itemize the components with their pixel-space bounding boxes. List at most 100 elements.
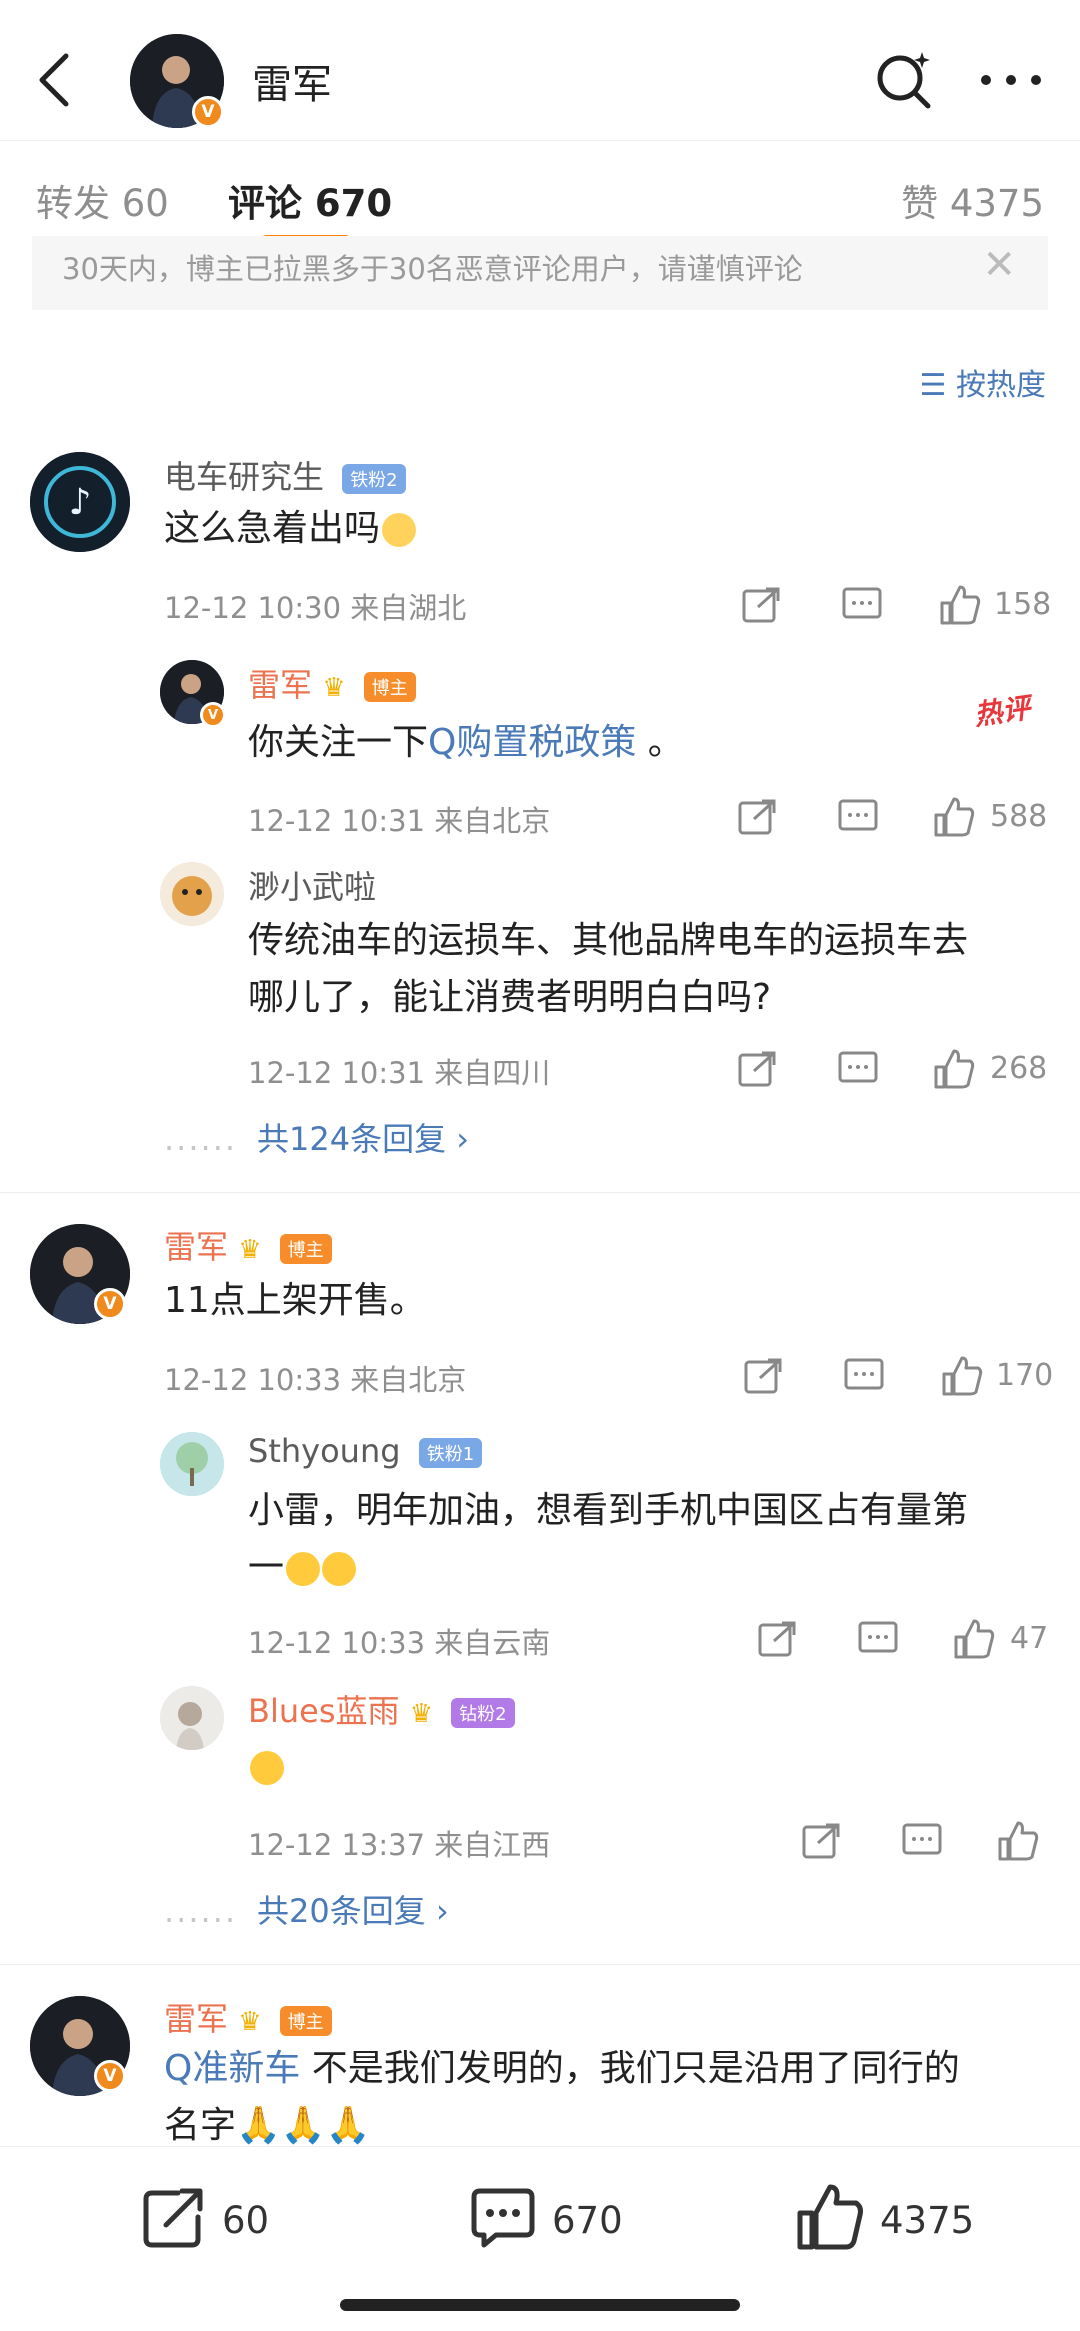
more-options-icon[interactable]: [976, 66, 1046, 94]
comment-actions: 158: [740, 583, 1051, 633]
reply-author[interactable]: Blues蓝雨 ♛ 钻粉2: [248, 1686, 515, 1732]
blogger-badge: 博主: [279, 2006, 332, 2036]
sort-button[interactable]: ☰ 按热度: [920, 360, 1046, 404]
laughing-emoji-icon: [286, 1552, 321, 1586]
reply-actions: 47: [756, 1617, 1050, 1667]
avatar[interactable]: ♪: [30, 452, 130, 552]
like-icon[interactable]: [938, 583, 982, 627]
avatar[interactable]: [160, 1686, 224, 1750]
reply-author[interactable]: Sthyoung 铁粉1: [248, 1432, 483, 1470]
divider: [0, 1964, 1080, 1965]
like-icon[interactable]: [932, 795, 976, 839]
like-count: 170: [996, 1358, 1054, 1393]
comment-text: 11点上架开售。: [164, 1280, 426, 1321]
repost-icon[interactable]: [138, 2183, 208, 2253]
tab-repost[interactable]: 转发 60: [36, 173, 169, 227]
comment-icon[interactable]: [840, 583, 884, 627]
comment-icon[interactable]: [842, 1354, 886, 1398]
svg-text:♪: ♪: [69, 482, 92, 523]
reply-text: [248, 1738, 284, 1795]
reply-meta: 12-12 10:31 来自北京: [248, 804, 551, 838]
tab-likes-label: 赞: [901, 182, 939, 225]
notice-text: 30天内，博主已拉黑多于30名恶意评论用户，请谨慎评论: [62, 252, 803, 286]
avatar[interactable]: [160, 1432, 224, 1496]
dots-icon: ......: [164, 1120, 238, 1158]
reply-author[interactable]: 雷军 ♛ 博主: [248, 660, 416, 706]
comment-count: 670: [552, 2199, 623, 2242]
notice-banner: 30天内，博主已拉黑多于30名恶意评论用户，请谨慎评论 ✕: [32, 236, 1048, 310]
avatar[interactable]: [160, 862, 224, 926]
topic-link[interactable]: Q购置税政策: [428, 722, 636, 763]
like-icon[interactable]: [940, 1354, 984, 1398]
reply-actions: 588: [736, 795, 1050, 845]
fan-badge: 铁粉2: [342, 464, 406, 494]
verified-icon: V: [94, 2060, 126, 2092]
like-count: 47: [1010, 1621, 1049, 1656]
bottom-action-bar: 60 670 4375: [0, 2146, 1080, 2331]
laughing-emoji-icon: [322, 1552, 357, 1586]
tab-comments-count: 670: [314, 182, 393, 225]
dots-icon: ......: [164, 1892, 238, 1930]
share-icon[interactable]: [756, 1617, 800, 1661]
view-replies-link[interactable]: ...... 共124条回复 ›: [164, 1114, 469, 1160]
like-icon[interactable]: [996, 1819, 1040, 1863]
divider: [0, 1192, 1080, 1193]
home-indicator[interactable]: [340, 2299, 740, 2311]
verified-icon: V: [192, 96, 224, 128]
surprised-emoji-icon: [250, 1751, 284, 1785]
sort-icon: ☰: [919, 368, 947, 403]
share-icon[interactable]: [742, 1354, 786, 1398]
comment-text: 这么急着出吗: [164, 500, 417, 557]
comment-author[interactable]: 雷军 ♛ 博主: [164, 1222, 332, 1268]
view-replies-link[interactable]: ...... 共20条回复 ›: [164, 1886, 449, 1932]
like-icon[interactable]: [952, 1617, 996, 1661]
comment-meta: 12-12 10:33 来自北京: [164, 1363, 467, 1397]
search-icon[interactable]: [872, 48, 936, 112]
tab-likes[interactable]: 赞 4375: [901, 173, 1044, 227]
repost-count: 60: [222, 2199, 270, 2242]
comment-author[interactable]: 电车研究生 铁粉2: [164, 452, 406, 498]
comment-icon[interactable]: [836, 795, 880, 839]
comment-icon[interactable]: [468, 2183, 538, 2253]
reply-meta: 12-12 10:33 来自云南: [248, 1626, 551, 1660]
tab-comments[interactable]: 评论 670: [228, 173, 392, 227]
reply-meta: 12-12 10:31 来自四川: [248, 1056, 551, 1090]
share-icon[interactable]: [800, 1819, 844, 1863]
close-icon[interactable]: ✕: [982, 242, 1016, 288]
like-count: 588: [990, 799, 1048, 834]
comment-author[interactable]: 雷军 ♛ 博主: [164, 1994, 332, 2040]
praying-hands-icon: 🙏🙏🙏: [236, 2105, 371, 2146]
comment-icon[interactable]: [900, 1819, 944, 1863]
crown-icon: ♛: [322, 673, 346, 703]
blogger-badge: 博主: [279, 1234, 332, 1264]
fan-badge: 钻粉2: [451, 1698, 515, 1728]
verified-icon: V: [200, 702, 226, 728]
like-icon[interactable]: [794, 2181, 866, 2253]
chevron-right-icon: ›: [456, 1120, 470, 1158]
back-arrow-icon[interactable]: [34, 50, 74, 110]
reply-meta: 12-12 13:37 来自江西: [248, 1828, 551, 1862]
comment-actions: 170: [742, 1354, 1054, 1404]
share-icon[interactable]: [736, 795, 780, 839]
emoji-icon: [382, 513, 417, 547]
comment-meta: 12-12 10:30 来自湖北: [164, 591, 467, 625]
blogger-badge: 博主: [363, 672, 416, 702]
fan-badge: 铁粉1: [418, 1438, 483, 1468]
topic-link[interactable]: Q准新车: [164, 2048, 300, 2089]
tab-repost-count: 60: [121, 182, 169, 225]
comment-icon[interactable]: [856, 1617, 900, 1661]
top-bar: V 雷军: [0, 0, 1080, 140]
like-icon[interactable]: [932, 1047, 976, 1091]
comment-icon[interactable]: [836, 1047, 880, 1091]
share-icon[interactable]: [736, 1047, 780, 1091]
page-title: 雷军: [252, 62, 332, 108]
comment-text: Q准新车 不是我们发明的，我们只是沿用了同行的 名字🙏🙏🙏: [164, 2048, 960, 2146]
reply-author[interactable]: 渺小武啦: [248, 862, 376, 908]
like-count: 4375: [880, 2199, 975, 2242]
tab-bar: 转发 60 评论 670 赞 4375: [0, 140, 1080, 250]
crown-icon: ♛: [238, 1235, 262, 1265]
tab-comments-label: 评论: [228, 182, 302, 225]
verified-icon: V: [94, 1288, 126, 1320]
share-icon[interactable]: [740, 583, 784, 627]
reply-text: 小雷，明年加油，想看到手机中国区占有量第 一: [248, 1490, 969, 1588]
